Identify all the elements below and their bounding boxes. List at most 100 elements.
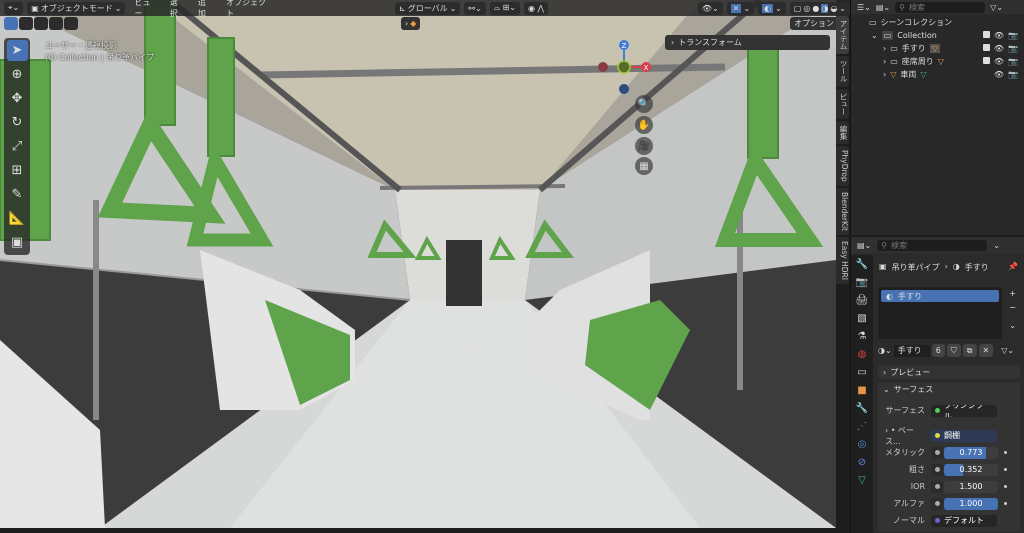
keyframe-dot-icon[interactable] (1004, 485, 1007, 488)
outliner-item[interactable]: › ▭ 手すり ▽ 👁 📷 (851, 42, 1024, 55)
tab-view[interactable]: ビュー (836, 88, 849, 119)
tab-item[interactable]: アイテム (836, 16, 849, 54)
menu-view[interactable]: ビュー (129, 0, 160, 19)
world-tab-icon[interactable]: ◍ (858, 349, 867, 360)
eye-icon[interactable]: 👁 (994, 31, 1004, 40)
exclude-checkbox[interactable] (982, 44, 990, 51)
outliner-search-input[interactable]: ⚲ 検索 (895, 1, 986, 13)
ior-field[interactable]: 1.500 (944, 480, 998, 493)
tab-phydrop[interactable]: PhyDrop (836, 146, 849, 186)
menu-object[interactable]: オブジェクト (221, 0, 274, 19)
move-tool-icon[interactable]: ✥ (7, 88, 28, 109)
base-color-field[interactable]: 鋼棚 (931, 429, 997, 442)
proportional-edit-icon[interactable]: ◉ ⋀ (524, 1, 549, 15)
surface-panel-header[interactable]: ⌄ サーフェス (878, 382, 1020, 396)
particles-tab-icon[interactable]: ⋰ (857, 421, 867, 432)
view-layer-tab-icon[interactable]: ▧ (857, 313, 866, 324)
solid-icon[interactable]: ● (812, 4, 819, 13)
filter-view-icon[interactable]: ▤⌄ (876, 3, 890, 12)
xray-icon[interactable]: ▢ (794, 4, 802, 13)
annotate-tool-icon[interactable]: ✎ (7, 184, 28, 205)
rotate-tool-icon[interactable]: ↻ (7, 112, 28, 133)
zoom-icon[interactable]: 🔍 (635, 95, 653, 113)
chevron-down-icon[interactable]: ⌄ (993, 241, 1000, 250)
eye-icon[interactable]: 👁 (994, 57, 1004, 66)
measure-tool-icon[interactable]: 📐 (7, 208, 28, 229)
exclude-checkbox[interactable] (982, 31, 990, 38)
gizmo-toggle[interactable]: › ◆ (401, 17, 421, 30)
shading-modes[interactable]: ▢ ◎ ● ◑ ◒ ⌄ (789, 1, 850, 15)
keyframe-dot-icon[interactable] (1004, 451, 1007, 454)
preview-panel-header[interactable]: › プレビュー (878, 365, 1020, 379)
menu-add[interactable]: 追加 (193, 0, 217, 19)
roughness-slider[interactable]: 0.352 (944, 463, 998, 476)
camera-icon[interactable]: 🎥 (635, 137, 653, 155)
menu-select[interactable]: 選択 (165, 0, 189, 19)
outliner-item[interactable]: › ▽ 車両 ▽ 👁 📷 (851, 68, 1024, 81)
eye-icon[interactable]: 👁 (994, 44, 1004, 53)
add-slot-button[interactable]: + (1005, 287, 1020, 300)
slot-specials-button[interactable]: ⌄ (1005, 319, 1020, 332)
tab-tool[interactable]: ツール (836, 56, 849, 87)
keyframe-dot-icon[interactable] (1004, 502, 1007, 505)
select-subtract-icon[interactable] (34, 17, 48, 30)
display-mode-icon[interactable]: ☰⌄ (857, 3, 871, 12)
output-tab-icon[interactable]: 🖨 (856, 295, 869, 306)
fake-user-icon[interactable]: ⛉ (946, 344, 961, 357)
data-tab-icon[interactable]: ▽ (858, 475, 866, 486)
tab-easy-hdri[interactable]: Easy HDRI (836, 236, 849, 284)
base-color-label[interactable]: › • ベース... (877, 425, 931, 447)
scene-tab-icon[interactable]: ⚗ (858, 331, 867, 342)
chevron-right-icon[interactable]: › (883, 70, 886, 79)
collection-row[interactable]: ⌄ ▭ Collection 👁 📷 (851, 29, 1024, 42)
chevron-right-icon[interactable]: › (883, 57, 886, 66)
filter-icon[interactable]: ▽⌄ (990, 3, 1003, 12)
pin-icon[interactable]: 📌 (1008, 262, 1018, 271)
render-camera-icon[interactable]: 📷 (1008, 70, 1018, 79)
material-name-field[interactable]: 手すり (893, 344, 930, 357)
snap-dropdown[interactable]: ⌓ ⊞⌄ (489, 1, 521, 15)
wireframe-icon[interactable]: ◎ (803, 4, 810, 13)
material-slot-list[interactable]: ◐ 手すり (878, 287, 1002, 339)
physics-tab-icon[interactable]: ◎ (858, 439, 867, 450)
tab-edit[interactable]: 編集 (836, 121, 849, 144)
duplicate-icon[interactable]: ⧉ (962, 344, 977, 357)
link-data-icon[interactable]: ▽⌄ (1001, 346, 1014, 355)
properties-search-input[interactable]: ⚲ 検索 (877, 239, 988, 251)
normal-field[interactable]: デフォルト (931, 514, 997, 527)
unlink-icon[interactable]: ✕ (978, 344, 994, 357)
render-camera-icon[interactable]: 📷 (1008, 31, 1018, 40)
transform-tool-icon[interactable]: ⊞ (7, 160, 28, 181)
modifier-tab-icon[interactable]: 🔧 (856, 403, 868, 414)
browse-material-icon[interactable]: ◑⌄ (878, 346, 892, 355)
material-slot[interactable]: ◐ 手すり (881, 290, 999, 302)
collection-tab-icon[interactable]: ▭ (857, 367, 866, 378)
exclude-checkbox[interactable] (982, 57, 990, 64)
remove-slot-button[interactable]: − (1005, 301, 1020, 314)
tool-tab-icon[interactable]: 🔧 (856, 259, 868, 270)
metallic-slider[interactable]: 0.773 (944, 446, 998, 459)
visibility-dropdown[interactable]: 👁⌄ (697, 1, 723, 15)
rendered-icon[interactable]: ◒ (830, 4, 837, 13)
object-tab-icon[interactable]: ■ (857, 385, 866, 396)
pan-hand-icon[interactable]: ✋ (635, 116, 653, 134)
overlay-dropdown[interactable]: ◐ ⌄ (758, 1, 786, 15)
tab-blenderkit[interactable]: BlenderKit (836, 187, 849, 235)
select-invert-icon[interactable] (49, 17, 63, 30)
orientation-dropdown[interactable]: ⊾ グローバル ⌄ (395, 1, 461, 15)
editor-type-icon[interactable]: ⌖⌄ (4, 1, 24, 15)
options-dropdown[interactable]: オプション ⌄ (790, 17, 836, 30)
select-new-icon[interactable] (4, 17, 18, 30)
scene-collection-row[interactable]: ▭ シーンコレクション (851, 16, 1024, 29)
render-tab-icon[interactable]: 📷 (856, 277, 868, 288)
editor-type-icon[interactable]: ▤⌄ (857, 241, 871, 250)
material-preview-icon[interactable]: ◑ (821, 3, 829, 13)
mode-dropdown[interactable]: ▣ オブジェクトモード ⌄ (27, 1, 126, 15)
eye-icon[interactable]: 👁 (994, 70, 1004, 79)
scale-tool-icon[interactable]: ⤢ (7, 136, 28, 157)
constraints-tab-icon[interactable]: ⊘ (858, 457, 866, 468)
navigation-gizmo[interactable]: Z X (595, 38, 655, 98)
3d-viewport[interactable]: ➤ ⊕ ✥ ↻ ⤢ ⊞ ✎ 📐 ▣ ユーザー・透視投影 (0) Collecti… (0, 0, 836, 528)
pivot-dropdown[interactable]: ⚯⌄ (464, 1, 486, 15)
chevron-right-icon[interactable]: › (883, 44, 886, 53)
